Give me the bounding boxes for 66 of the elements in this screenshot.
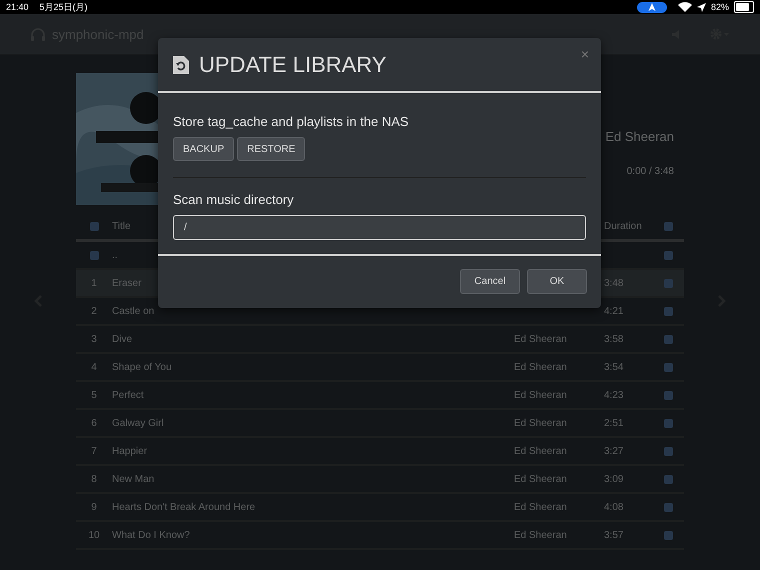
track-number: 4 <box>90 362 98 372</box>
battery-percent: 82% <box>710 2 729 12</box>
track-artist: Ed Sheeran <box>514 474 568 484</box>
track-title: Hearts Don't Break Around Here <box>112 502 256 512</box>
track-title: Eraser <box>112 278 142 288</box>
track-row[interactable]: 9 Hearts Don't Break Around Here Ed Sheeran 4:08 <box>76 494 684 522</box>
track-number: 10 <box>87 530 101 540</box>
track-number: 2 <box>90 306 98 316</box>
track-duration: 3:54 <box>604 362 624 372</box>
update-icon <box>173 56 189 74</box>
dialog-button[interactable]: Cancel <box>460 269 520 294</box>
track-number: 5 <box>90 390 98 400</box>
battery-icon <box>734 1 754 13</box>
dialog-title: UPDATE LIBRARY <box>199 52 386 78</box>
track-row[interactable]: 5 Perfect Ed Sheeran 4:23 <box>76 382 684 410</box>
track-row[interactable]: 3 Dive Ed Sheeran 3:58 <box>76 326 684 354</box>
track-artist: Ed Sheeran <box>514 502 568 512</box>
track-duration: 3:48 <box>604 278 624 288</box>
track-title: Dive <box>112 334 132 344</box>
track-row[interactable]: 4 Shape of You Ed Sheeran 3:54 <box>76 354 684 382</box>
backup-restore-button[interactable]: RESTORE <box>237 137 306 161</box>
backup-label: Store tag_cache and playlists in the NAS <box>173 114 410 129</box>
track-title: Castle on <box>112 306 154 316</box>
track-row[interactable]: 8 New Man Ed Sheeran 3:09 <box>76 466 684 494</box>
track-number: 1 <box>90 278 98 288</box>
track-artist: Ed Sheeran <box>514 530 568 540</box>
track-number: 7 <box>90 446 98 456</box>
track-title: What Do I Know? <box>112 530 190 540</box>
track-duration: 3:09 <box>604 474 624 484</box>
track-duration: 2:51 <box>604 418 624 428</box>
track-row[interactable]: 6 Galway Girl Ed Sheeran 2:51 <box>76 410 684 438</box>
status-time: 21:40 <box>6 2 29 12</box>
backup-restore-button[interactable]: BACKUP <box>173 137 234 161</box>
track-duration: 3:57 <box>604 530 624 540</box>
track-duration: 3:58 <box>604 334 624 344</box>
track-title: New Man <box>112 474 154 484</box>
status-date: 5月25日(月) <box>40 0 88 14</box>
scan-label: Scan music directory <box>173 192 295 207</box>
track-row[interactable]: 10 What Do I Know? Ed Sheeran 3:57 <box>76 522 684 550</box>
track-number: 8 <box>90 474 98 484</box>
track-title: Happier <box>112 446 148 456</box>
track-duration: 4:21 <box>604 306 624 316</box>
artist-name: Ed Sheeran <box>605 129 674 144</box>
track-number: 3 <box>90 334 98 344</box>
track-duration: 4:08 <box>604 502 624 512</box>
dialog-button[interactable]: OK <box>527 269 587 294</box>
wifi-icon <box>678 2 692 12</box>
playback-time: 0:00 / 3:48 <box>626 166 674 177</box>
track-number: 9 <box>90 502 98 512</box>
track-artist: Ed Sheeran <box>514 418 568 428</box>
location-icon <box>696 2 706 12</box>
track-duration: 3:27 <box>604 446 624 456</box>
track-title: Galway Girl <box>112 418 164 428</box>
track-duration: 4:23 <box>604 390 624 400</box>
track-artist: Ed Sheeran <box>514 334 568 344</box>
track-title: Shape of You <box>112 362 172 372</box>
directory-field[interactable]: / <box>173 215 586 240</box>
track-number: 6 <box>90 418 98 428</box>
track-artist: Ed Sheeran <box>514 362 568 372</box>
track-artist: Ed Sheeran <box>514 390 568 400</box>
close-button[interactable]: × <box>578 46 591 62</box>
navigation-icon <box>648 3 656 11</box>
track-row[interactable]: 7 Happier Ed Sheeran 3:27 <box>76 438 684 466</box>
track-title: Perfect <box>112 390 144 400</box>
track-artist: Ed Sheeran <box>514 446 568 456</box>
column-header[interactable]: Duration <box>604 220 652 232</box>
